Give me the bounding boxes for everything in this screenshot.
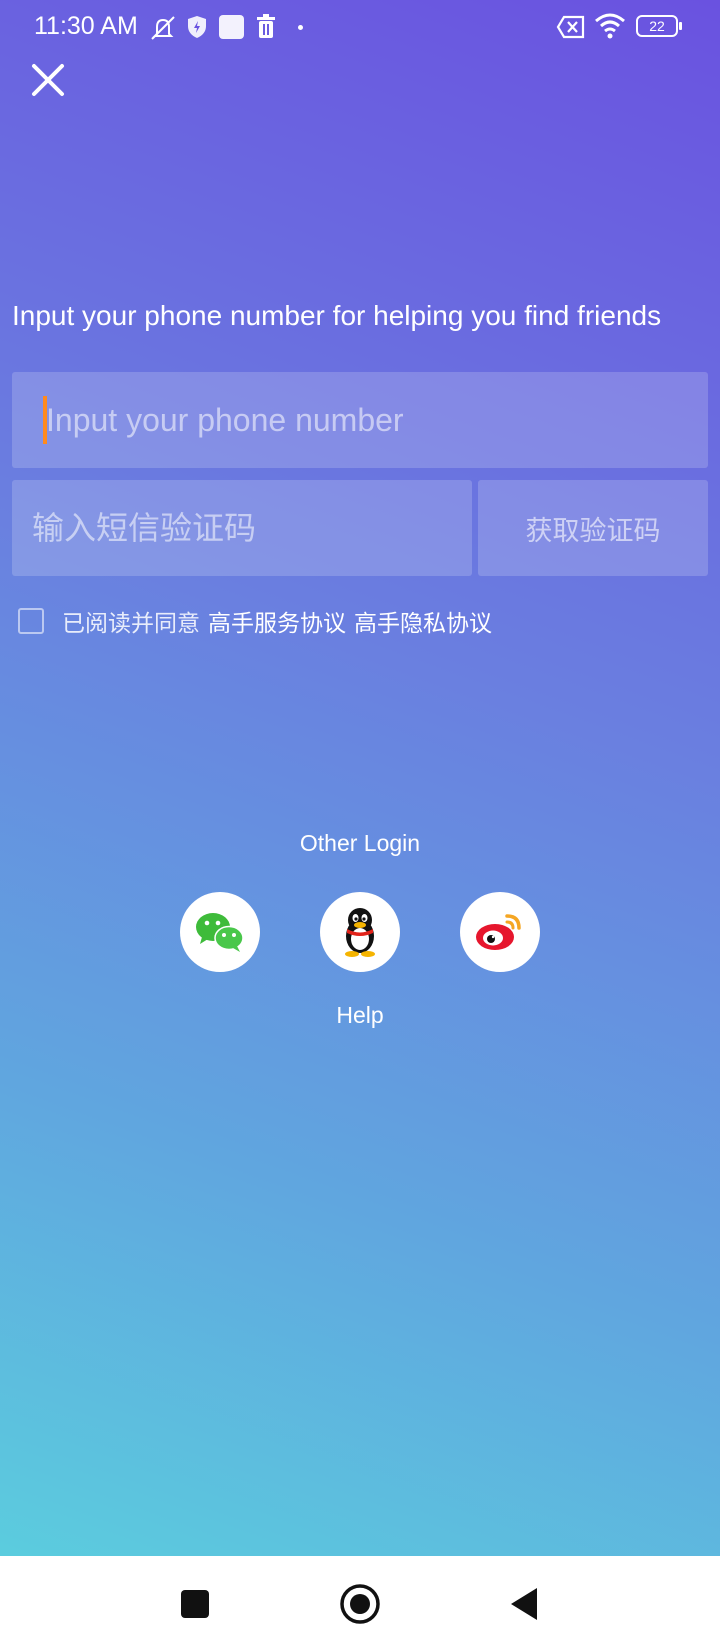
text-caret <box>43 396 47 444</box>
square-icon <box>181 1590 209 1618</box>
no-sim-icon <box>556 15 585 39</box>
shield-icon <box>188 16 206 38</box>
agreement-row: 已阅读并同意 高手服务协议 高手隐私协议 <box>18 604 500 638</box>
phone-input-container <box>12 372 708 468</box>
qq-login-button[interactable] <box>320 892 400 972</box>
agree-checkbox[interactable] <box>18 608 44 634</box>
home-circle-icon <box>340 1584 380 1624</box>
weibo-login-button[interactable] <box>460 892 540 972</box>
phone-prompt: Input your phone number for helping you … <box>12 300 662 331</box>
wifi-icon <box>595 13 625 39</box>
sms-code-input[interactable] <box>32 480 462 576</box>
battery-tip <box>679 22 682 30</box>
agree-label: 已阅读并同意 <box>62 611 200 637</box>
weibo-icon <box>476 914 521 950</box>
help-link[interactable]: Help <box>0 1002 720 1029</box>
service-agreement-link[interactable]: 高手服务协议 <box>208 604 346 638</box>
wechat-login-button[interactable] <box>180 892 260 972</box>
other-login-title: Other Login <box>299 830 421 856</box>
qq-icon <box>345 908 375 957</box>
recents-button[interactable] <box>165 1574 225 1634</box>
back-button[interactable] <box>494 1574 554 1634</box>
wechat-icon <box>196 913 244 952</box>
close-icon <box>32 64 64 96</box>
battery-icon: 22 <box>636 15 678 37</box>
code-input-container <box>12 480 472 576</box>
dot-icon <box>298 25 303 30</box>
navigation-bar <box>0 1556 720 1650</box>
close-button[interactable] <box>26 58 70 102</box>
battery-level: 22 <box>649 18 665 34</box>
trash-icon <box>257 14 275 38</box>
privacy-agreement-link[interactable]: 高手隐私协议 <box>354 604 492 638</box>
home-button[interactable] <box>330 1574 390 1634</box>
mute-icon <box>151 16 175 40</box>
status-time: 11:30 AM <box>34 12 138 40</box>
status-bar: 11:30 AM 22 <box>0 0 720 56</box>
get-code-button[interactable]: 获取验证码 <box>478 480 708 576</box>
square-notification-icon <box>219 15 244 39</box>
phone-input[interactable] <box>32 372 692 468</box>
back-triangle-icon <box>511 1588 537 1620</box>
